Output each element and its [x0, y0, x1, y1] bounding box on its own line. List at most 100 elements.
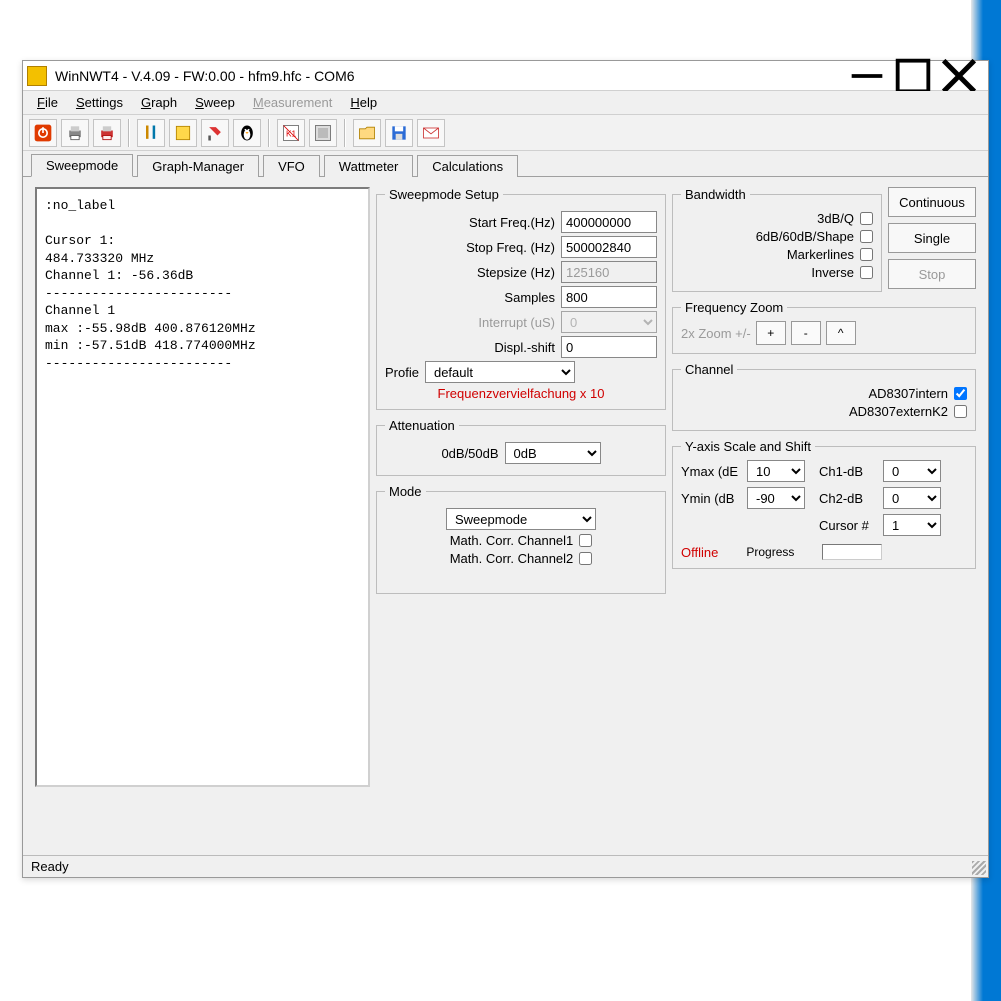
bw-inverse-label: Inverse — [811, 265, 854, 280]
samples-label: Samples — [504, 290, 555, 305]
bw-markerlines-checkbox[interactable] — [860, 248, 873, 261]
stop-freq-input[interactable] — [561, 236, 657, 258]
stop-button: Stop — [888, 259, 976, 289]
save-icon[interactable] — [385, 119, 413, 147]
minimize-button[interactable] — [844, 61, 890, 91]
displ-shift-label: Displ.-shift — [494, 340, 555, 355]
mode-group: Mode Sweepmode Math. Corr. Channel1 Math… — [376, 484, 666, 594]
freq-zoom-group: Frequency Zoom 2x Zoom +/- + - ^ — [672, 300, 976, 354]
bw-6db-checkbox[interactable] — [860, 230, 873, 243]
zoom-minus-button[interactable]: - — [791, 321, 821, 345]
ch1db-label: Ch1-dB — [819, 464, 877, 479]
stepsize-label: Stepsize (Hz) — [477, 265, 555, 280]
progress-bar — [822, 544, 882, 560]
tab-calculations[interactable]: Calculations — [417, 155, 518, 177]
tab-vfo[interactable]: VFO — [263, 155, 320, 177]
math-ch2-checkbox[interactable] — [579, 552, 592, 565]
attenuation-group: Attenuation 0dB/50dB 0dB — [376, 418, 666, 476]
toolbar: K1 — [23, 115, 988, 151]
maximize-button[interactable] — [890, 61, 936, 91]
tab-sweepmode[interactable]: Sweepmode — [31, 154, 133, 177]
attenuation-legend: Attenuation — [385, 418, 459, 433]
channel-extern-checkbox[interactable] — [954, 405, 967, 418]
cursor1-icon[interactable]: K1 — [277, 119, 305, 147]
firmware-icon[interactable] — [169, 119, 197, 147]
menu-graph[interactable]: Graph — [133, 93, 185, 112]
folder-open-icon[interactable] — [353, 119, 381, 147]
resize-grip[interactable] — [972, 861, 986, 875]
channel-extern-label: AD8307externK2 — [849, 404, 948, 419]
mode-legend: Mode — [385, 484, 426, 499]
offline-status: Offline — [681, 545, 718, 560]
start-freq-label: Start Freq.(Hz) — [469, 215, 555, 230]
attenuation-label: 0dB/50dB — [441, 446, 498, 461]
stepsize-input — [561, 261, 657, 283]
bw-inverse-checkbox[interactable] — [860, 266, 873, 279]
single-button[interactable]: Single — [888, 223, 976, 253]
menu-file[interactable]: File — [29, 93, 66, 112]
channel-legend: Channel — [681, 362, 737, 377]
attenuation-select[interactable]: 0dB — [505, 442, 601, 464]
yaxis-group: Y-axis Scale and Shift Ymax (dE 10 Ch1-d… — [672, 439, 976, 569]
yaxis-legend: Y-axis Scale and Shift — [681, 439, 815, 454]
math-ch2-label: Math. Corr. Channel2 — [450, 551, 574, 566]
bw-markerlines-label: Markerlines — [787, 247, 854, 262]
profile-select[interactable]: default — [425, 361, 575, 383]
client-area: :no_label Cursor 1: 484.733320 MHz Chann… — [23, 177, 988, 855]
bandwidth-legend: Bandwidth — [681, 187, 750, 202]
freq-zoom-label: 2x Zoom +/- — [681, 326, 751, 341]
freq-zoom-legend: Frequency Zoom — [681, 300, 787, 315]
continuous-button[interactable]: Continuous — [888, 187, 976, 217]
math-ch1-checkbox[interactable] — [579, 534, 592, 547]
zoom-plus-button[interactable]: + — [756, 321, 786, 345]
interrupt-label: Interrupt (uS) — [478, 315, 555, 330]
status-bar: Ready — [23, 855, 988, 877]
app-window: WinNWT4 - V.4.09 - FW:0.00 - hfm9.hfc - … — [22, 60, 989, 878]
bandwidth-group: Bandwidth 3dB/Q 6dB/60dB/Shape Markerlin… — [672, 187, 882, 292]
channel-group: Channel AD8307intern AD8307externK2 — [672, 362, 976, 431]
samples-input[interactable] — [561, 286, 657, 308]
sweepmode-setup-group: Sweepmode Setup Start Freq.(Hz) Stop Fre… — [376, 187, 666, 410]
bw-3db-checkbox[interactable] — [860, 212, 873, 225]
multiplier-note: Frequenzvervielfachung x 10 — [385, 386, 657, 401]
ch2db-label: Ch2-dB — [819, 491, 877, 506]
wrench-icon[interactable] — [201, 119, 229, 147]
titlebar: WinNWT4 - V.4.09 - FW:0.00 - hfm9.hfc - … — [23, 61, 988, 91]
power-icon[interactable] — [29, 119, 57, 147]
ymax-select[interactable]: 10 — [747, 460, 805, 482]
tab-graph-manager[interactable]: Graph-Manager — [137, 155, 259, 177]
start-freq-input[interactable] — [561, 211, 657, 233]
cursor2-icon[interactable] — [309, 119, 337, 147]
penguin-icon[interactable] — [233, 119, 261, 147]
cursor-num-select[interactable]: 1 — [883, 514, 941, 536]
displ-shift-input[interactable] — [561, 336, 657, 358]
mode-select[interactable]: Sweepmode — [446, 508, 596, 530]
zoom-reset-button[interactable]: ^ — [826, 321, 856, 345]
ymax-label: Ymax (dE — [681, 464, 741, 479]
print-pdf-icon[interactable] — [93, 119, 121, 147]
ch1db-select[interactable]: 0 — [883, 460, 941, 482]
cursor-num-label: Cursor # — [819, 518, 877, 533]
profile-label: Profie — [385, 365, 419, 380]
close-button[interactable] — [936, 61, 982, 91]
progress-label: Progress — [746, 545, 794, 559]
menubar: File Settings Graph Sweep Measurement He… — [23, 91, 988, 115]
tab-wattmeter[interactable]: Wattmeter — [324, 155, 413, 177]
menu-sweep[interactable]: Sweep — [187, 93, 243, 112]
readout-panel: :no_label Cursor 1: 484.733320 MHz Chann… — [35, 187, 370, 787]
channel-intern-label: AD8307intern — [869, 386, 949, 401]
menu-help[interactable]: Help — [342, 93, 385, 112]
sweepmode-setup-legend: Sweepmode Setup — [385, 187, 503, 202]
interrupt-select: 0 — [561, 311, 657, 333]
math-ch1-label: Math. Corr. Channel1 — [450, 533, 574, 548]
print-icon[interactable] — [61, 119, 89, 147]
mail-icon[interactable] — [417, 119, 445, 147]
ch2db-select[interactable]: 0 — [883, 487, 941, 509]
app-icon — [27, 66, 47, 86]
status-text: Ready — [31, 859, 69, 874]
ymin-select[interactable]: -90 — [747, 487, 805, 509]
menu-settings[interactable]: Settings — [68, 93, 131, 112]
bw-3db-label: 3dB/Q — [817, 211, 854, 226]
channel-intern-checkbox[interactable] — [954, 387, 967, 400]
tools-icon[interactable] — [137, 119, 165, 147]
